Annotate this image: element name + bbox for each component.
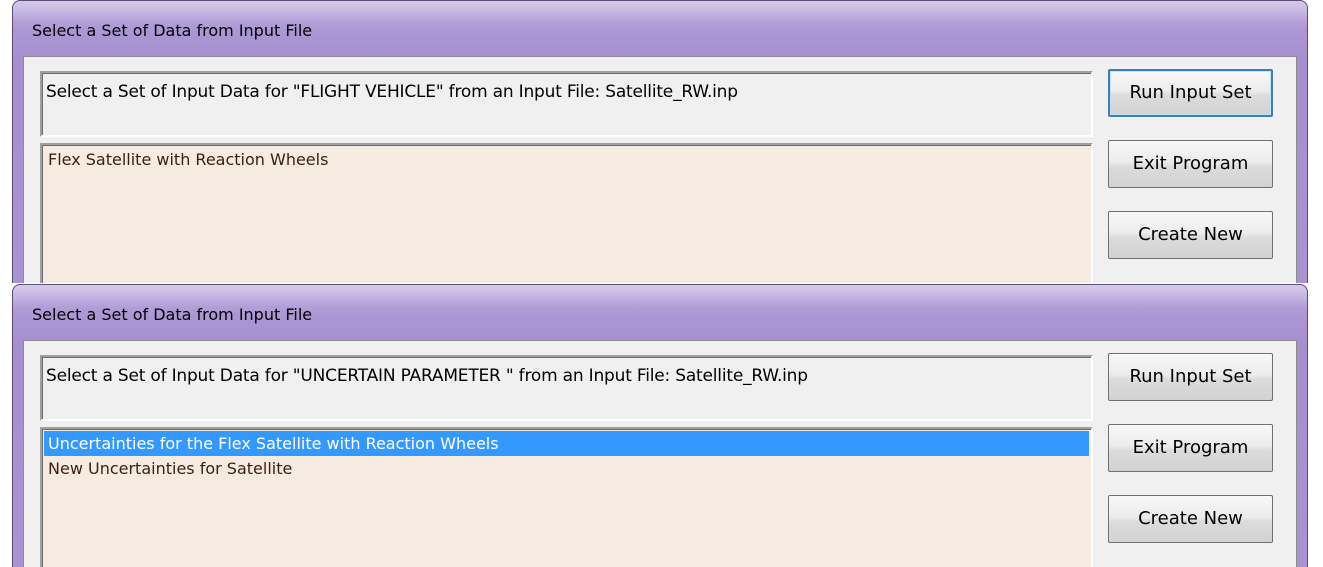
- run-input-set-button[interactable]: Run Input Set: [1108, 69, 1273, 117]
- select-data-dialog-flight-vehicle: Select a Set of Data from Input File Sel…: [0, 0, 1308, 283]
- data-set-listbox[interactable]: Uncertainties for the Flex Satellite wit…: [40, 427, 1093, 567]
- create-new-button[interactable]: Create New: [1108, 211, 1273, 259]
- prompt-box: Select a Set of Input Data for "UNCERTAI…: [40, 355, 1093, 421]
- list-item-selected[interactable]: Uncertainties for the Flex Satellite wit…: [44, 431, 1089, 456]
- prompt-text: Select a Set of Input Data for "UNCERTAI…: [46, 366, 808, 386]
- list-item[interactable]: New Uncertainties for Satellite: [44, 456, 1089, 481]
- list-item[interactable]: Flex Satellite with Reaction Wheels: [44, 147, 1089, 172]
- dialog-client-area: Select a Set of Input Data for "UNCERTAI…: [23, 340, 1297, 567]
- window-title: Select a Set of Data from Input File: [32, 305, 313, 324]
- dialog-client-area: Select a Set of Input Data for "FLIGHT V…: [23, 56, 1297, 283]
- exit-program-button[interactable]: Exit Program: [1108, 140, 1273, 188]
- prompt-box: Select a Set of Input Data for "FLIGHT V…: [40, 71, 1093, 137]
- create-new-button[interactable]: Create New: [1108, 495, 1273, 543]
- exit-program-button[interactable]: Exit Program: [1108, 424, 1273, 472]
- run-input-set-button[interactable]: Run Input Set: [1108, 353, 1273, 401]
- prompt-text: Select a Set of Input Data for "FLIGHT V…: [46, 82, 738, 102]
- data-set-listbox[interactable]: Flex Satellite with Reaction Wheels: [40, 143, 1093, 283]
- select-data-dialog-uncertain-parameter: Select a Set of Data from Input File Sel…: [0, 284, 1308, 567]
- window-title: Select a Set of Data from Input File: [32, 21, 313, 40]
